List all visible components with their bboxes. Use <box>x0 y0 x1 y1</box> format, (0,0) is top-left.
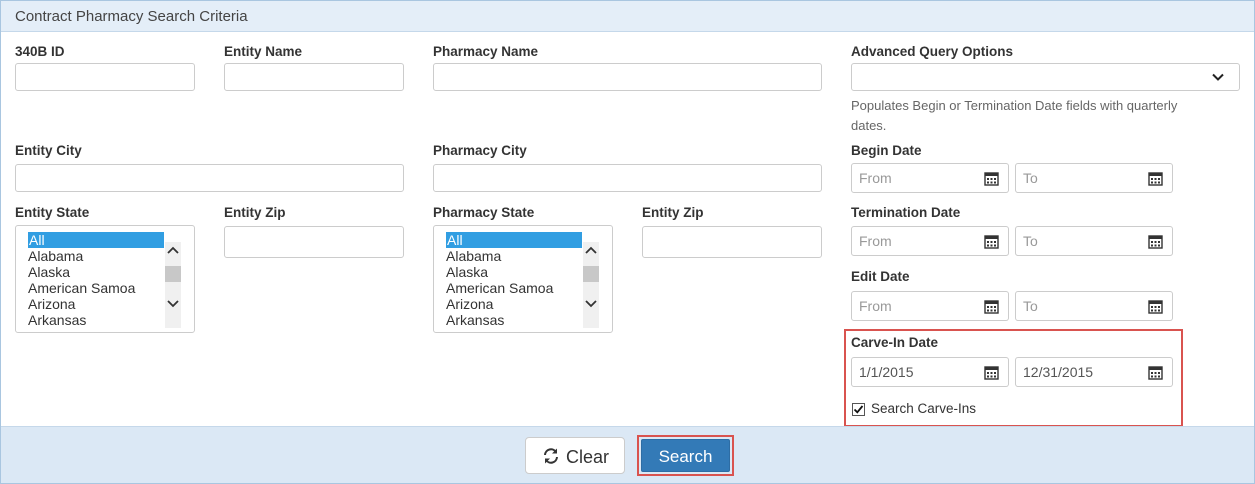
calendar-icon <box>984 366 999 380</box>
begin-date-to-group: To <box>1015 163 1173 193</box>
calendar-icon <box>1148 300 1163 314</box>
label-entity-zip: Entity Zip <box>224 205 286 220</box>
checkmark-icon <box>853 405 864 414</box>
label-pharmacy-name: Pharmacy Name <box>433 44 539 59</box>
id-340b-input[interactable] <box>15 63 195 91</box>
label-carve-in-date: Carve-In Date <box>851 335 939 350</box>
label-entity-city: Entity City <box>15 143 82 158</box>
begin-date-to-calendar-button[interactable] <box>1140 163 1173 193</box>
panel-header: Contract Pharmacy Search Criteria <box>1 1 1254 32</box>
termination-date-to-input[interactable]: To <box>1015 226 1141 256</box>
entity-state-listbox[interactable]: All Alabama Alaska American Samoa Arizon… <box>15 225 195 333</box>
edit-date-from-group: From <box>851 291 1009 321</box>
pharmacy-zip-input[interactable] <box>642 226 822 258</box>
carve-in-date-to-calendar-button[interactable] <box>1140 357 1173 387</box>
pharmacy-state-option[interactable]: All <box>446 232 582 248</box>
calendar-icon <box>984 235 999 249</box>
pharmacy-state-option[interactable]: American Samoa <box>446 280 553 296</box>
label-edit-date: Edit Date <box>851 269 910 284</box>
termination-date-from-group: From <box>851 226 1009 256</box>
search-carve-ins-checkbox[interactable] <box>852 403 865 416</box>
pharmacy-state-option[interactable]: Alaska <box>446 264 488 280</box>
pharmacy-state-option[interactable]: Alabama <box>446 248 501 264</box>
entity-state-option[interactable]: Arkansas <box>28 312 86 328</box>
pharmacy-state-listbox[interactable]: All Alabama Alaska American Samoa Arizon… <box>433 225 613 333</box>
panel-footer <box>1 426 1254 483</box>
label-entity-state: Entity State <box>15 205 90 220</box>
carve-in-date-to-input[interactable]: 12/31/2015 <box>1015 357 1141 387</box>
scrollbar-thumb[interactable] <box>583 266 599 282</box>
entity-state-option[interactable]: Alabama <box>28 248 83 264</box>
begin-date-from-input[interactable]: From <box>851 163 977 193</box>
clear-button-label: Clear <box>566 447 610 467</box>
entity-name-input[interactable] <box>224 63 404 91</box>
advanced-query-select[interactable] <box>851 63 1240 91</box>
search-carve-ins-label[interactable]: Search Carve-Ins <box>871 401 976 416</box>
begin-date-from-calendar-button[interactable] <box>976 163 1009 193</box>
panel-title: Contract Pharmacy Search Criteria <box>15 8 248 25</box>
refresh-icon <box>544 448 558 464</box>
help-line-2: dates. <box>851 118 887 133</box>
scroll-up-icon[interactable] <box>584 244 598 256</box>
advanced-query-help: Populates Begin or Termination Date fiel… <box>851 96 1177 136</box>
edit-date-from-calendar-button[interactable] <box>976 291 1009 321</box>
entity-zip-input[interactable] <box>224 226 404 258</box>
edit-date-from-input[interactable]: From <box>851 291 977 321</box>
entity-state-option[interactable]: All <box>28 232 164 248</box>
edit-date-to-group: To <box>1015 291 1173 321</box>
label-340b-id: 340B ID <box>15 44 65 59</box>
carve-in-date-from-calendar-button[interactable] <box>976 357 1009 387</box>
termination-date-from-calendar-button[interactable] <box>976 226 1009 256</box>
search-button[interactable]: Search <box>641 439 730 472</box>
scroll-up-icon[interactable] <box>166 244 180 256</box>
help-line-1: Populates Begin or Termination Date fiel… <box>851 98 1178 113</box>
search-button-label: Search <box>658 447 713 466</box>
label-pharmacy-city: Pharmacy City <box>433 143 527 158</box>
chevron-down-icon <box>1212 73 1224 81</box>
search-criteria-panel: Contract Pharmacy Search Criteria 340B I… <box>0 0 1255 484</box>
pharmacy-state-option[interactable]: Arizona <box>446 296 493 312</box>
label-advanced-query: Advanced Query Options <box>851 44 1014 59</box>
edit-date-to-input[interactable]: To <box>1015 291 1141 321</box>
scrollbar-thumb[interactable] <box>165 266 181 282</box>
calendar-icon <box>1148 366 1163 380</box>
scroll-down-icon[interactable] <box>166 298 180 310</box>
label-pharmacy-state: Pharmacy State <box>433 205 535 220</box>
calendar-icon <box>984 172 999 186</box>
entity-state-option[interactable]: Alaska <box>28 264 70 280</box>
pharmacy-state-option[interactable]: Arkansas <box>446 312 504 328</box>
termination-date-from-input[interactable]: From <box>851 226 977 256</box>
edit-date-to-calendar-button[interactable] <box>1140 291 1173 321</box>
scroll-down-icon[interactable] <box>584 298 598 310</box>
entity-state-scrollbar[interactable] <box>165 242 181 328</box>
carve-in-date-to-group: 12/31/2015 <box>1015 357 1173 387</box>
entity-state-option[interactable]: Arizona <box>28 296 75 312</box>
label-pharmacy-zip: Entity Zip <box>642 205 704 220</box>
pharmacy-city-input[interactable] <box>433 164 822 192</box>
pharmacy-state-scrollbar[interactable] <box>583 242 599 328</box>
begin-date-from-group: From <box>851 163 1009 193</box>
label-begin-date: Begin Date <box>851 143 922 158</box>
termination-date-to-calendar-button[interactable] <box>1140 226 1173 256</box>
pharmacy-name-input[interactable] <box>433 63 822 91</box>
entity-state-option[interactable]: American Samoa <box>28 280 135 296</box>
search-button-highlight: Search <box>637 435 734 476</box>
clear-button[interactable]: Clear <box>525 437 625 474</box>
carve-in-date-from-group: 1/1/2015 <box>851 357 1009 387</box>
begin-date-to-input[interactable]: To <box>1015 163 1141 193</box>
entity-city-input[interactable] <box>15 164 404 192</box>
calendar-icon <box>1148 172 1163 186</box>
calendar-icon <box>1148 235 1163 249</box>
calendar-icon <box>984 300 999 314</box>
label-termination-date: Termination Date <box>851 205 961 220</box>
termination-date-to-group: To <box>1015 226 1173 256</box>
carve-in-date-from-input[interactable]: 1/1/2015 <box>851 357 977 387</box>
label-entity-name: Entity Name <box>224 44 303 59</box>
